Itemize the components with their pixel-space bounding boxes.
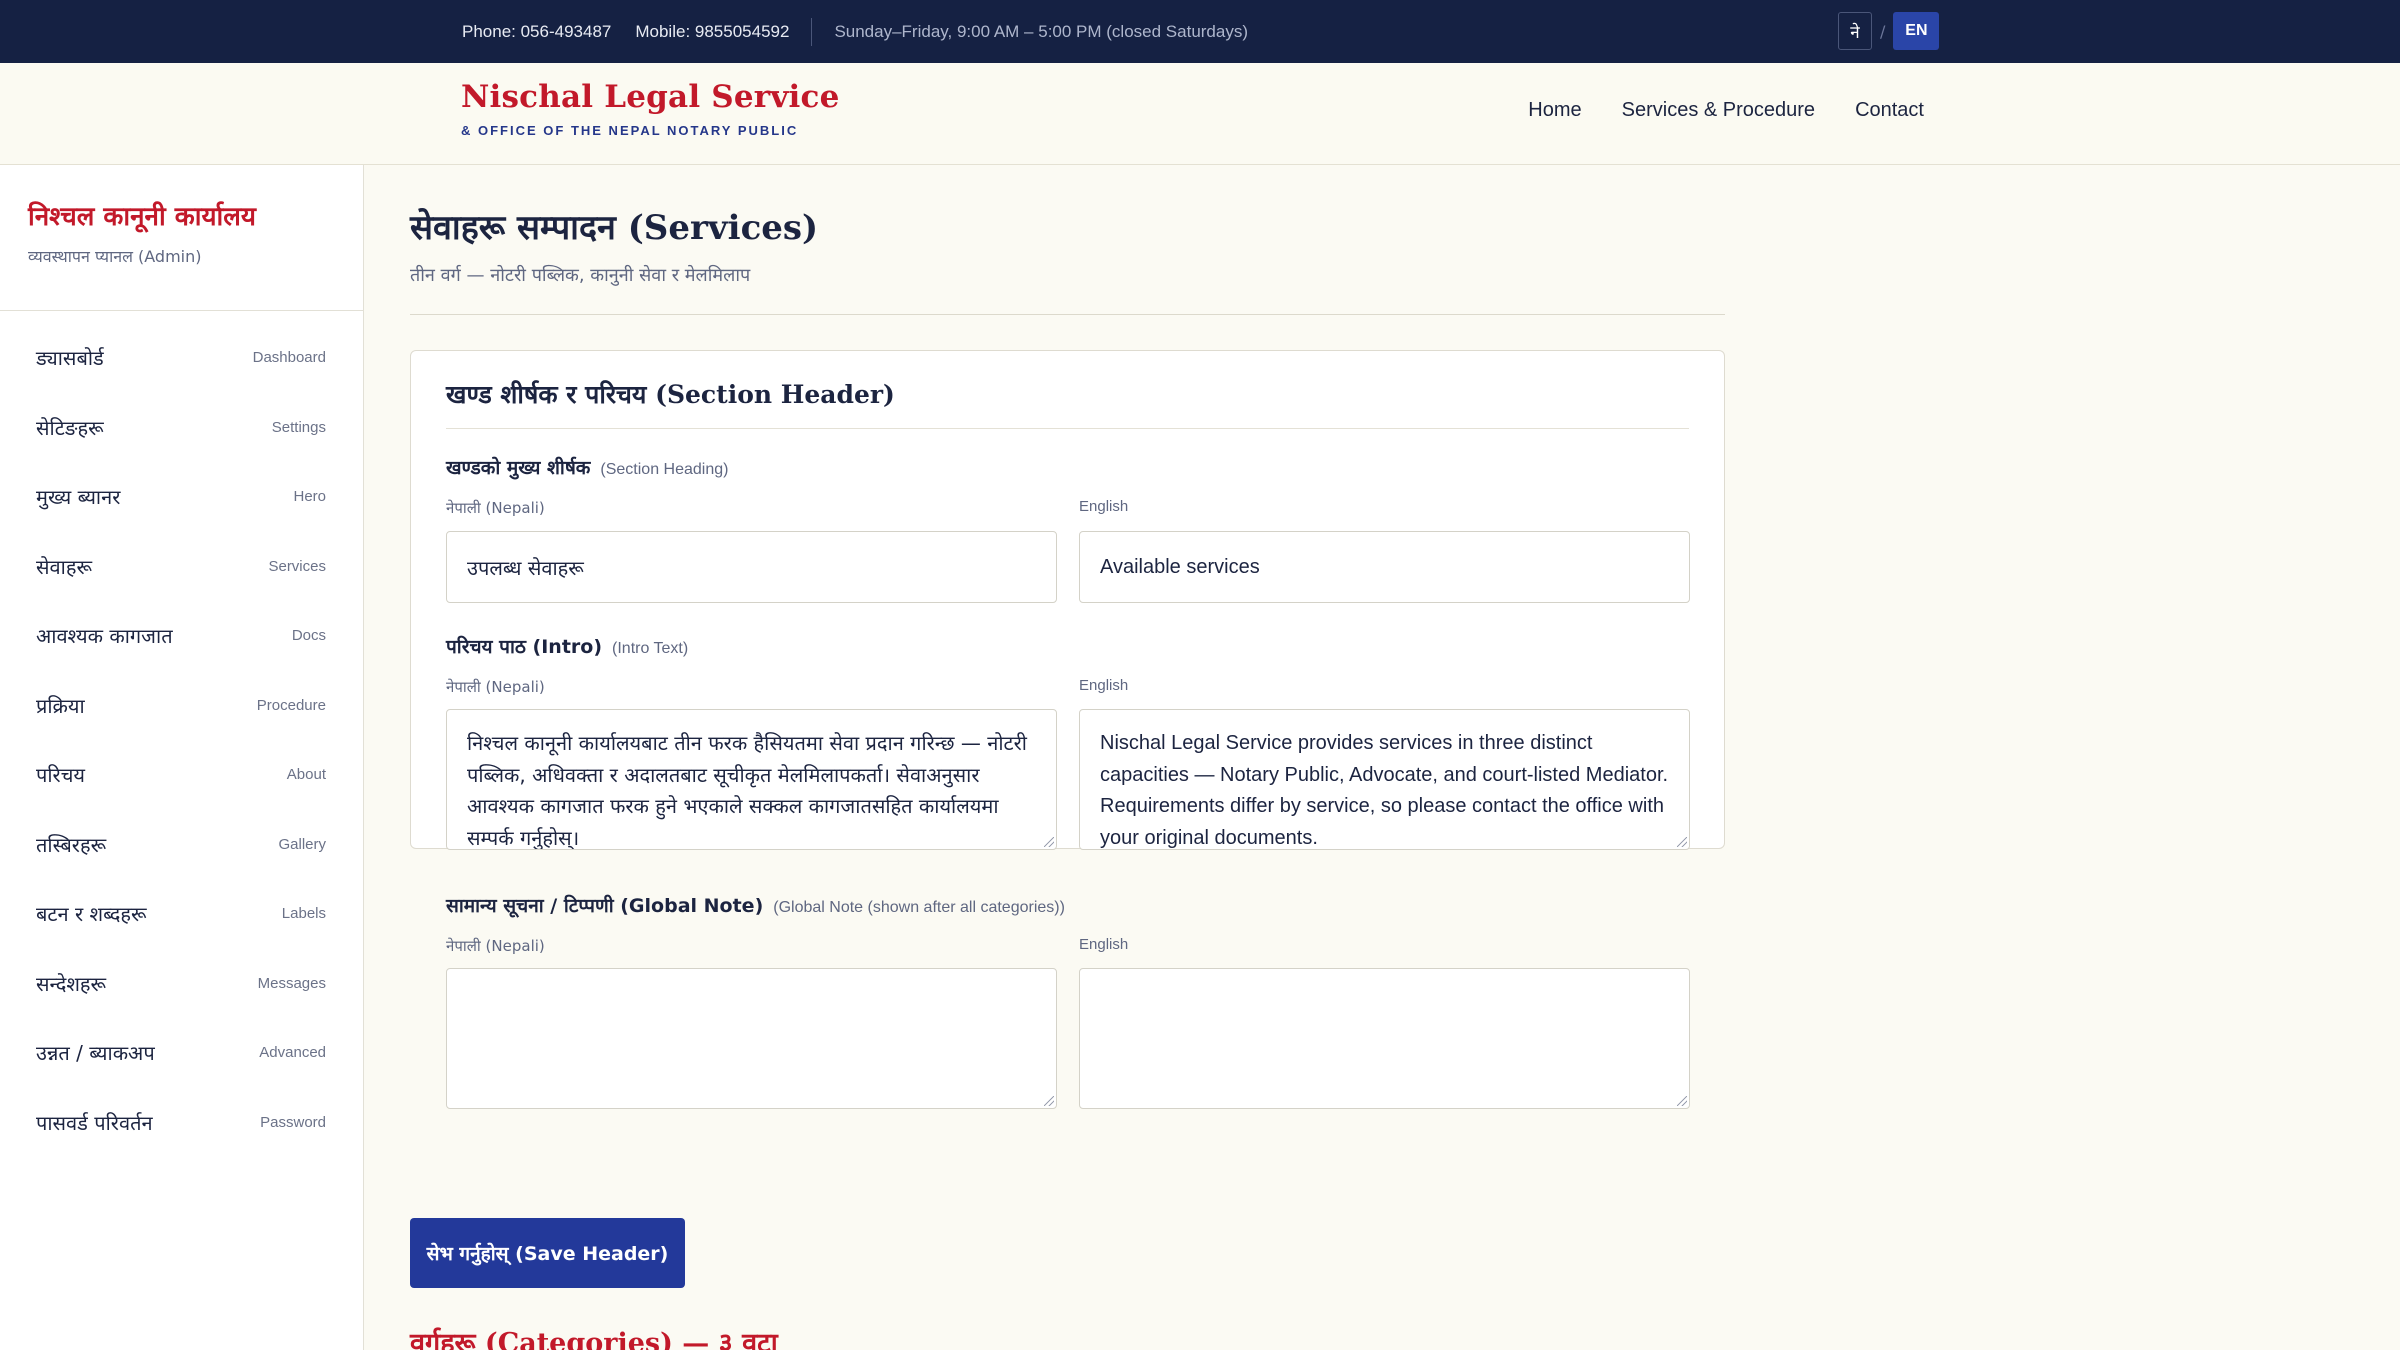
sidebar-item-labels[interactable]: बटन र शब्दहरू Labels — [0, 879, 363, 949]
card-divider — [446, 428, 1689, 429]
sidebar-item-dashboard[interactable]: ड्यासबोर्ड Dashboard — [0, 323, 363, 393]
sidebar-item-hint: About — [286, 766, 326, 784]
nav-contact[interactable]: Contact — [1855, 99, 1924, 122]
heading-en-value: Available services — [1100, 555, 1260, 578]
main-nav: Home Services & Procedure Contact — [1488, 99, 1924, 122]
top-bar: Phone: 056-493487 Mobile: 9855054592 Sun… — [0, 0, 2400, 63]
sidebar-title: निश्चल कानूनी कार्यालय — [28, 202, 256, 232]
nav-services-procedure[interactable]: Services & Procedure — [1622, 99, 1815, 122]
resize-handle-icon[interactable] — [1677, 1096, 1687, 1106]
resize-handle-icon[interactable] — [1677, 837, 1687, 847]
sidebar-subtitle: व्यवस्थापन प्यानल (Admin) — [28, 247, 202, 266]
lang-nepali-button[interactable]: ने — [1838, 12, 1872, 50]
office-hours: Sunday–Friday, 9:00 AM – 5:00 PM (closed… — [834, 21, 1248, 41]
sidebar-item-label: प्रक्रिया — [36, 693, 85, 718]
sidebar-item-label: ड्यासबोर्ड — [36, 346, 104, 371]
heading-hint: (Section Heading) — [600, 461, 729, 478]
sidebar-item-label: सेटिङहरू — [36, 415, 104, 440]
section-header-card: खण्ड शीर्षक र परिचय (Section Header) खण्… — [410, 350, 1725, 1109]
sidebar-item-label: आवश्यक कागजात — [36, 624, 173, 649]
page-title: सेवाहरू सम्पादन (Services) — [410, 208, 819, 248]
sidebar-item-procedure[interactable]: प्रक्रिया Procedure — [0, 671, 363, 741]
sidebar-item-hint: Dashboard — [252, 349, 326, 367]
sidebar-item-hero[interactable]: मुख्य ब्यानर Hero — [0, 462, 363, 532]
heading-label: खण्डको मुख्य शीर्षक — [446, 457, 591, 479]
sidebar-item-label: तस्बिरहरू — [36, 832, 107, 857]
phone-text: Phone: 056-493487 — [462, 21, 612, 41]
sidebar-item-hint: Messages — [257, 974, 326, 992]
categories-heading: वर्गहरू (Categories) — ३ वटा — [410, 1328, 778, 1350]
mobile-text: Mobile: 9855054592 — [635, 21, 790, 41]
sidebar-item-hint: Hero — [293, 488, 326, 506]
resize-handle-icon[interactable] — [1044, 1096, 1054, 1106]
contact-info: Phone: 056-493487 Mobile: 9855054592 Sun… — [462, 0, 1272, 63]
admin-sidebar: निश्चल कानूनी कार्यालय व्यवस्थापन प्यानल… — [0, 165, 364, 1350]
lang-separator: / — [1880, 21, 1886, 41]
sidebar-header: निश्चल कानूनी कार्यालय व्यवस्थापन प्यानल… — [0, 165, 363, 311]
sidebar-item-hint: Labels — [281, 905, 326, 923]
note-np-label: नेपाली (Nepali) — [446, 937, 545, 955]
intro-en-label: English — [1079, 677, 1129, 694]
heading-field-label: खण्डको मुख्य शीर्षक (Section Heading) — [446, 454, 728, 480]
sidebar-item-docs[interactable]: आवश्यक कागजात Docs — [0, 601, 363, 671]
sidebar-item-label: बटन र शब्दहरू — [36, 902, 147, 927]
brand-logo[interactable]: Nischal Legal Service & OFFICE OF THE NE… — [461, 79, 840, 138]
intro-np-label: नेपाली (Nepali) — [446, 678, 545, 696]
language-switcher: ने / EN — [1838, 12, 1940, 50]
sidebar-item-about[interactable]: परिचय About — [0, 740, 363, 810]
card-title: खण्ड शीर्षक र परिचय (Section Header) — [446, 380, 895, 409]
sidebar-item-hint: Procedure — [256, 696, 326, 714]
sidebar-item-label: मुख्य ब्यानर — [36, 485, 121, 510]
sidebar-item-label: पासवर्ड परिवर्तन — [36, 1110, 153, 1135]
intro-en-textarea[interactable]: Nischal Legal Service provides services … — [1079, 709, 1690, 850]
intro-np-textarea[interactable]: निश्चल कानूनी कार्यालयबाट तीन फरक हैसियत… — [446, 709, 1057, 850]
note-field-label: सामान्य सूचना / टिप्पणी (Global Note) (G… — [446, 892, 1065, 918]
sidebar-item-hint: Docs — [291, 627, 326, 645]
sidebar-item-services[interactable]: सेवाहरू Services — [0, 532, 363, 602]
sidebar-item-advanced[interactable]: उन्नत / ब्याकअप Advanced — [0, 1018, 363, 1088]
note-en-textarea[interactable] — [1079, 968, 1690, 1109]
brand-title: Nischal Legal Service — [461, 79, 840, 115]
note-np-textarea[interactable] — [446, 968, 1057, 1109]
sidebar-item-messages[interactable]: सन्देशहरू Messages — [0, 949, 363, 1019]
heading-np-input[interactable]: उपलब्ध सेवाहरू — [446, 531, 1057, 603]
intro-label: परिचय पाठ (Intro) — [446, 636, 603, 658]
page-subtitle: तीन वर्ग — नोटरी पब्लिक, कानुनी सेवा र म… — [410, 265, 751, 286]
heading-np-label: नेपाली (Nepali) — [446, 499, 545, 517]
nav-home[interactable]: Home — [1528, 99, 1581, 122]
heading-en-input[interactable]: Available services — [1079, 531, 1690, 603]
brand-subtitle: & OFFICE OF THE NEPAL NOTARY PUBLIC — [461, 123, 799, 138]
heading-en-label: English — [1079, 498, 1129, 515]
sidebar-item-hint: Gallery — [278, 835, 326, 853]
intro-en-value: Nischal Legal Service provides services … — [1100, 732, 1669, 849]
sidebar-item-hint: Settings — [271, 418, 326, 436]
sidebar-item-hint: Advanced — [259, 1044, 326, 1062]
sidebar-item-label: परिचय — [36, 763, 86, 788]
intro-hint: (Intro Text) — [612, 640, 689, 657]
intro-np-value: निश्चल कानूनी कार्यालयबाट तीन फरक हैसियत… — [467, 731, 1027, 850]
intro-field-label: परिचय पाठ (Intro) (Intro Text) — [446, 633, 688, 659]
note-hint: (Global Note (shown after all categories… — [773, 899, 1065, 916]
sidebar-menu: ड्यासबोर्ड Dashboard सेटिङहरू Settings मुख… — [0, 311, 363, 1157]
resize-handle-icon[interactable] — [1044, 837, 1054, 847]
heading-np-value: उपलब्ध सेवाहरू — [467, 555, 584, 580]
sidebar-item-password[interactable]: पासवर्ड परिवर्तन Password — [0, 1088, 363, 1158]
sidebar-item-gallery[interactable]: तस्बिरहरू Gallery — [0, 810, 363, 880]
divider — [811, 17, 813, 46]
note-label: सामान्य सूचना / टिप्पणी (Global Note) — [446, 895, 764, 917]
title-divider — [410, 314, 1725, 315]
sidebar-item-label: उन्नत / ब्याकअप — [36, 1041, 155, 1066]
lang-english-button[interactable]: EN — [1893, 12, 1940, 50]
sidebar-item-label: सन्देशहरू — [36, 971, 107, 996]
note-en-label: English — [1079, 936, 1129, 953]
save-header-button[interactable]: सेभ गर्नुहोस् (Save Header) — [410, 1218, 685, 1288]
sidebar-item-label: सेवाहरू — [36, 554, 92, 579]
site-header: Nischal Legal Service & OFFICE OF THE NE… — [0, 63, 2400, 165]
sidebar-item-hint: Services — [268, 557, 326, 575]
sidebar-item-hint: Password — [260, 1113, 326, 1131]
sidebar-item-settings[interactable]: सेटिङहरू Settings — [0, 393, 363, 463]
